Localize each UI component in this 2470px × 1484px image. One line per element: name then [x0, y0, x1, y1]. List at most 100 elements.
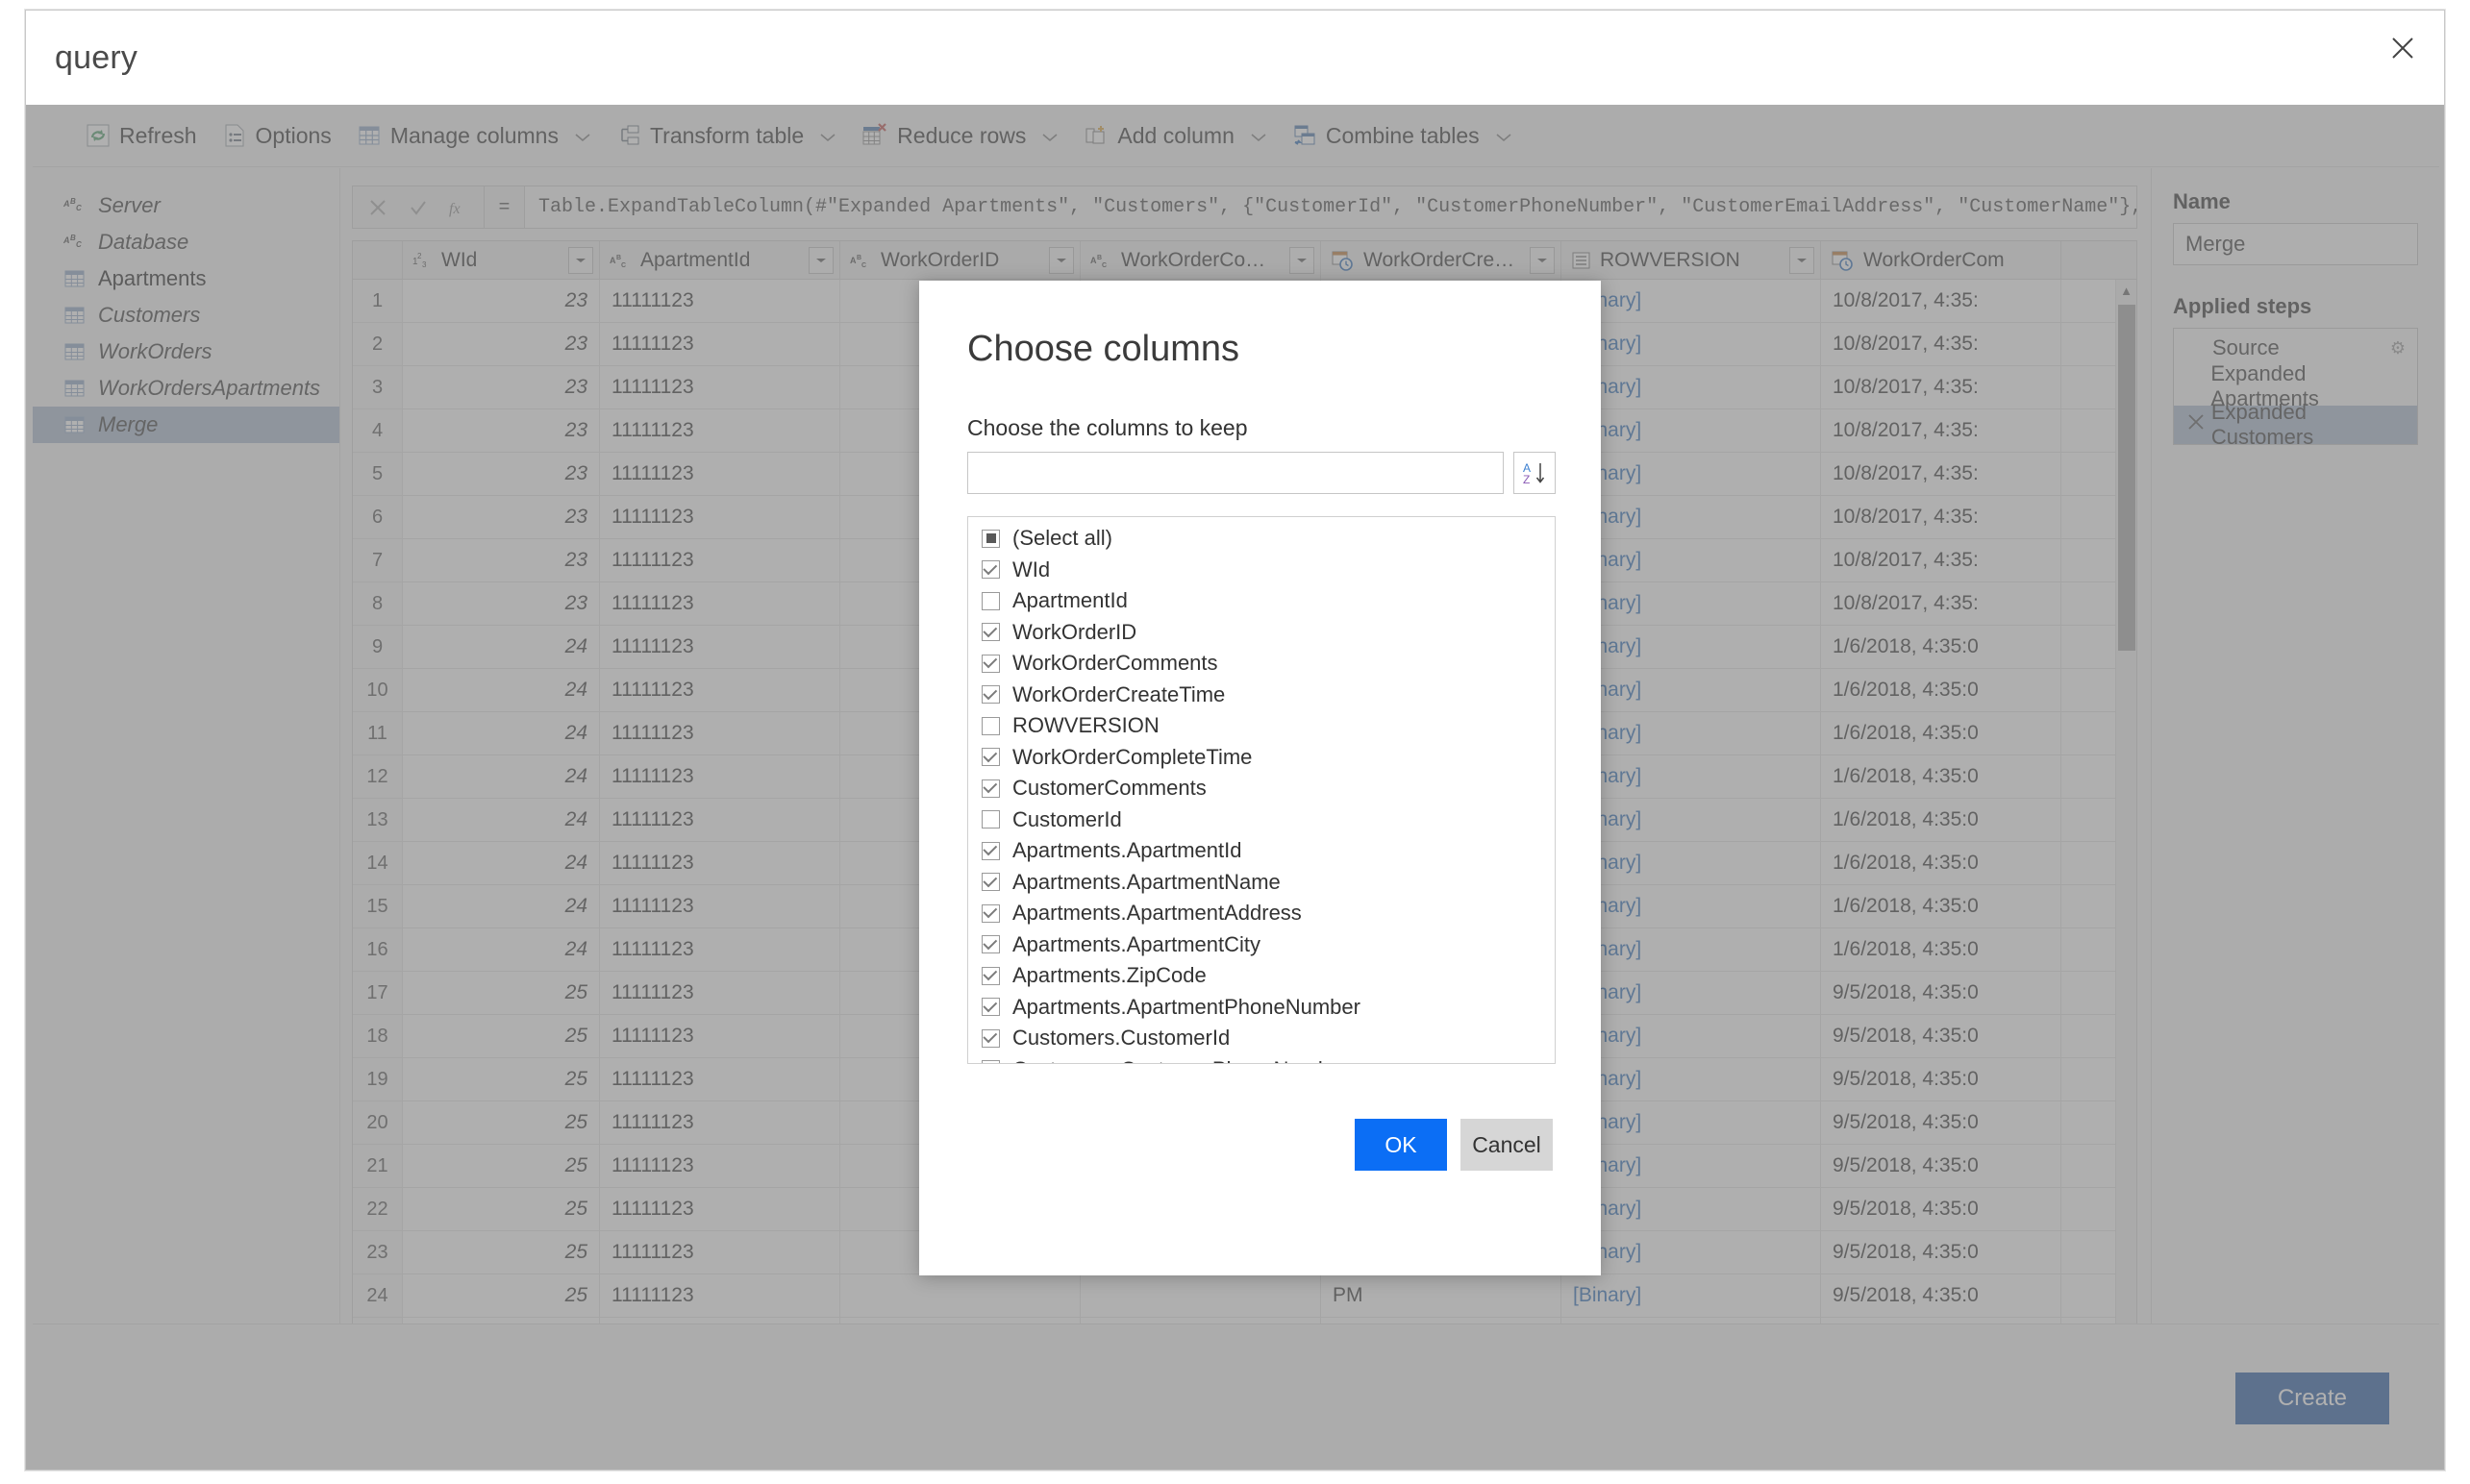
- checkbox-icon[interactable]: [982, 591, 1000, 610]
- query-name-input[interactable]: Merge: [2173, 223, 2418, 265]
- checkbox-icon[interactable]: [982, 779, 1000, 798]
- list-item[interactable]: Apartments.ApartmentName: [968, 867, 1555, 899]
- formula-bar: fx = Table.ExpandTableColumn(#"Expanded …: [352, 186, 2137, 229]
- list-item[interactable]: WorkOrderCreateTime: [968, 680, 1555, 711]
- combine-tables-button[interactable]: Combine tables: [1280, 112, 1525, 159]
- query-item-database[interactable]: ABC Database: [33, 224, 339, 260]
- list-item[interactable]: Apartments.ZipCode: [968, 960, 1555, 992]
- column-filter-button[interactable]: [809, 246, 834, 274]
- checkbox-icon[interactable]: [982, 966, 1000, 985]
- checkbox-icon[interactable]: [982, 654, 1000, 673]
- create-button[interactable]: Create: [2235, 1373, 2389, 1424]
- checkbox-icon[interactable]: [982, 841, 1000, 860]
- list-item[interactable]: CustomerId: [968, 804, 1555, 836]
- column-filter-button[interactable]: [568, 246, 593, 274]
- checkbox-icon[interactable]: [982, 998, 1000, 1017]
- query-item-merge[interactable]: Merge: [33, 407, 339, 443]
- close-icon[interactable]: [2375, 24, 2431, 72]
- reduce-rows-button[interactable]: Reduce rows: [849, 112, 1071, 159]
- applied-step-expanded-customers[interactable]: Expanded Customers: [2174, 400, 2417, 449]
- row-number: 12: [353, 755, 403, 798]
- list-item[interactable]: Apartments.ApartmentCity: [968, 929, 1555, 961]
- cell-rowversion[interactable]: [Binary]: [1561, 1274, 1821, 1317]
- sort-az-icon[interactable]: A Z: [1513, 452, 1556, 494]
- list-item[interactable]: Customers.CustomerPhoneNumber: [968, 1054, 1555, 1063]
- query-item-server[interactable]: ABC Server: [33, 187, 339, 224]
- column-filter-button[interactable]: [1049, 246, 1074, 274]
- list-item[interactable]: ROWVERSION: [968, 710, 1555, 742]
- list-item-label: Customers.CustomerId: [1012, 1026, 1231, 1051]
- column-filter-button[interactable]: [1289, 246, 1314, 274]
- list-item-label: Apartments.ApartmentPhoneNumber: [1012, 994, 1360, 1019]
- abc-text-icon: ABC: [62, 196, 87, 215]
- table-row[interactable]: 24 25 11111123 PM [Binary] 9/5/2018, 4:35:0: [353, 1274, 2136, 1318]
- cell-wid: 23: [403, 582, 600, 625]
- column-header-wid[interactable]: 123 WId: [403, 241, 600, 279]
- list-item[interactable]: Customers.CustomerId: [968, 1023, 1555, 1054]
- columns-checkbox-list[interactable]: (Select all) WId ApartmentId WorkOrderID Wor…: [967, 516, 1556, 1064]
- refresh-button[interactable]: Refresh: [73, 112, 210, 159]
- column-header-workorderid[interactable]: ABC WorkOrderID: [840, 241, 1081, 279]
- query-item-apartments[interactable]: Apartments: [33, 260, 339, 297]
- fx-icon[interactable]: fx: [439, 186, 478, 228]
- cell-wid: 23: [403, 409, 600, 452]
- row-number: 24: [353, 1274, 403, 1317]
- cancel-button[interactable]: Cancel: [1460, 1119, 1553, 1171]
- column-header-workordercomments[interactable]: ABC WorkOrderComme...: [1081, 241, 1321, 279]
- list-item[interactable]: WorkOrderID: [968, 617, 1555, 649]
- cell-workordercompletetime: 1/6/2018, 4:35:0: [1821, 842, 2061, 884]
- delete-step-icon[interactable]: [2187, 413, 2211, 436]
- column-header-rowversion[interactable]: ROWVERSION: [1561, 241, 1821, 279]
- column-header-workordercreatetime[interactable]: WorkOrderCreateT...: [1321, 241, 1561, 279]
- checkbox-icon[interactable]: [982, 560, 1000, 580]
- transform-table-button[interactable]: Transform table: [604, 112, 849, 159]
- cancel-icon[interactable]: [359, 186, 397, 228]
- checkbox-icon[interactable]: [982, 935, 1000, 954]
- column-header-workordercompletetime[interactable]: WorkOrderCom: [1821, 241, 2061, 279]
- list-item[interactable]: WorkOrderComments: [968, 648, 1555, 680]
- scrollbar-thumb[interactable]: [2118, 305, 2135, 651]
- cell-wid: 23: [403, 323, 600, 365]
- add-column-button[interactable]: Add column: [1071, 112, 1279, 159]
- cell-wid: 25: [403, 1231, 600, 1274]
- manage-columns-button[interactable]: Manage columns: [344, 112, 604, 159]
- search-input[interactable]: [967, 452, 1504, 494]
- column-filter-button[interactable]: [1530, 246, 1555, 274]
- list-item[interactable]: CustomerComments: [968, 773, 1555, 804]
- checkbox-icon[interactable]: [982, 685, 1000, 705]
- column-header-apartmentid[interactable]: ABC ApartmentId: [600, 241, 840, 279]
- gear-icon[interactable]: ⚙: [2390, 338, 2406, 359]
- list-item-label: Apartments.ApartmentCity: [1012, 931, 1260, 956]
- checkbox-icon[interactable]: [982, 873, 1000, 892]
- list-item[interactable]: WorkOrderCompleteTime: [968, 742, 1555, 774]
- grid-vertical-scrollbar[interactable]: ▲ ▼: [2115, 280, 2136, 1355]
- query-item-workorders[interactable]: WorkOrders: [33, 334, 339, 370]
- column-filter-button[interactable]: [1789, 246, 1814, 274]
- abc-text-icon: ABC: [62, 233, 87, 252]
- checkbox-icon[interactable]: [982, 1060, 1000, 1063]
- query-item-customers[interactable]: Customers: [33, 297, 339, 334]
- ok-button[interactable]: OK: [1355, 1119, 1447, 1171]
- select-all-list-item[interactable]: (Select all): [968, 523, 1555, 555]
- scroll-up-icon[interactable]: ▲: [2116, 280, 2136, 301]
- list-item[interactable]: WId: [968, 555, 1555, 586]
- checkbox-icon[interactable]: [982, 529, 1000, 548]
- checkbox-icon[interactable]: [982, 623, 1000, 642]
- checkbox-icon[interactable]: [982, 810, 1000, 829]
- list-item[interactable]: ApartmentId: [968, 585, 1555, 617]
- checkbox-icon[interactable]: [982, 748, 1000, 767]
- checkbox-icon[interactable]: [982, 1028, 1000, 1048]
- list-item[interactable]: Apartments.ApartmentPhoneNumber: [968, 992, 1555, 1024]
- options-button[interactable]: Options: [210, 112, 344, 159]
- checkmark-icon[interactable]: [399, 186, 437, 228]
- checkbox-icon[interactable]: [982, 716, 1000, 735]
- cell-apartmentid: 11111123: [600, 453, 840, 495]
- formula-input[interactable]: Table.ExpandTableColumn(#"Expanded Apart…: [525, 186, 2137, 229]
- svg-text:A: A: [63, 199, 70, 209]
- datetime-type-icon: [1331, 250, 1356, 271]
- cell-apartmentid: 11111123: [600, 366, 840, 408]
- list-item[interactable]: Apartments.ApartmentId: [968, 835, 1555, 867]
- query-item-workordersapartments[interactable]: WorkOrdersApartments: [33, 370, 339, 407]
- list-item[interactable]: Apartments.ApartmentAddress: [968, 898, 1555, 929]
- checkbox-icon[interactable]: [982, 903, 1000, 923]
